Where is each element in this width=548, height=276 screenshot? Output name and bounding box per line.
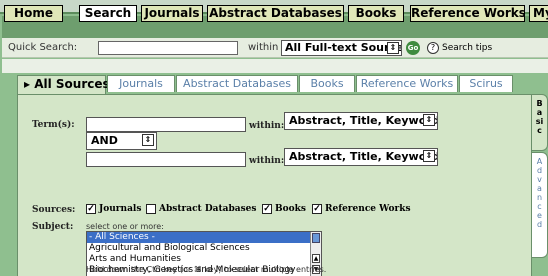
up-down-arrows-icon: ⇕: [423, 114, 435, 126]
operator-select[interactable]: AND ⇕: [86, 132, 157, 150]
quick-search-label: Quick Search:: [8, 42, 78, 53]
spacer-band: [2, 59, 548, 73]
nav-books[interactable]: Books: [348, 5, 404, 22]
checkbox-journals[interactable]: ✓: [86, 204, 96, 214]
quick-search-source-select[interactable]: All Full-text Sources ⇕: [281, 40, 402, 56]
within-select-2[interactable]: Abstract, Title, Keywords ⇕: [284, 148, 438, 166]
nav-my-profile-label: My Profile: [533, 6, 548, 20]
up-down-arrows-icon: ⇕: [387, 42, 399, 54]
scrollbar-thumb[interactable]: [312, 233, 320, 243]
nav-journals[interactable]: Journals: [141, 5, 203, 22]
term-input-2[interactable]: [86, 152, 246, 167]
nav-reference-works[interactable]: Reference Works: [410, 5, 525, 22]
tab-all-sources-label: All Sources: [34, 77, 110, 91]
term-input-1[interactable]: [86, 117, 246, 132]
side-tab-basic-label: Basic: [535, 99, 544, 135]
up-down-arrows-icon: ⇕: [142, 134, 154, 146]
question-mark-icon[interactable]: ?: [427, 42, 439, 54]
side-tab-basic[interactable]: Basic: [532, 94, 548, 151]
checkbox-reference-works[interactable]: ✓: [312, 204, 322, 214]
terms-label: Term(s):: [32, 120, 75, 130]
within-select-1-value: Abstract, Title, Keywords: [289, 114, 438, 127]
tab-all-sources[interactable]: ▸ All Sources: [17, 75, 110, 94]
checkbox-journals-label: Journals: [99, 204, 142, 214]
triangle-right-icon: ▸: [24, 77, 35, 91]
checkbox-books[interactable]: ✓: [262, 204, 272, 214]
subject-hint: select one or more:: [86, 222, 164, 231]
operator-select-value: AND: [91, 134, 118, 147]
subject-option[interactable]: Agricultural and Biological Sciences: [87, 243, 321, 254]
within-select-2-value: Abstract, Title, Keywords: [289, 150, 438, 163]
search-tips-link[interactable]: Search tips: [442, 43, 492, 53]
scroll-up-arrow-icon[interactable]: ▲: [312, 254, 320, 263]
subject-option[interactable]: Arts and Humanities: [87, 254, 321, 265]
tab-scirus[interactable]: Scirus: [459, 75, 513, 92]
within-label-2: within:: [249, 156, 285, 166]
nav-my-profile[interactable]: My Profile: [529, 5, 548, 22]
multi-select-hint: Hold down the Ctrl key (or ⌘ key) to sel…: [86, 265, 327, 274]
nav-search[interactable]: Search: [79, 5, 137, 22]
quick-search-input[interactable]: [98, 41, 238, 55]
tab-journals[interactable]: Journals: [107, 75, 175, 92]
checkbox-abstract-databases[interactable]: [146, 204, 156, 214]
quick-search-source-value: All Full-text Sources: [285, 41, 402, 54]
sources-label: Sources:: [32, 205, 76, 215]
within-select-1[interactable]: Abstract, Title, Keywords ⇕: [284, 112, 438, 130]
subject-option[interactable]: - All Sciences -: [87, 232, 321, 243]
up-down-arrows-icon: ⇕: [423, 150, 435, 162]
checkbox-abstract-databases-label: Abstract Databases: [159, 204, 257, 214]
tab-abstract-databases[interactable]: Abstract Databases: [176, 75, 298, 92]
go-button-icon[interactable]: Go: [406, 41, 420, 55]
quick-search-within-label: within: [248, 42, 279, 53]
nav-abstract-databases[interactable]: Abstract Databases: [207, 5, 344, 22]
tab-reference-works[interactable]: Reference Works: [356, 75, 458, 92]
quick-search-bar: Quick Search: within All Full-text Sourc…: [2, 38, 548, 58]
subject-label: Subject:: [32, 222, 74, 232]
side-tab-advanced[interactable]: Advanced: [532, 152, 548, 258]
within-label-1: within:: [249, 121, 285, 131]
checkbox-books-label: Books: [275, 204, 306, 214]
checkbox-reference-works-label: Reference Works: [325, 204, 411, 214]
tab-books[interactable]: Books: [299, 75, 355, 92]
nav-home[interactable]: Home: [4, 5, 63, 22]
side-tab-advanced-label: Advanced: [536, 157, 543, 229]
